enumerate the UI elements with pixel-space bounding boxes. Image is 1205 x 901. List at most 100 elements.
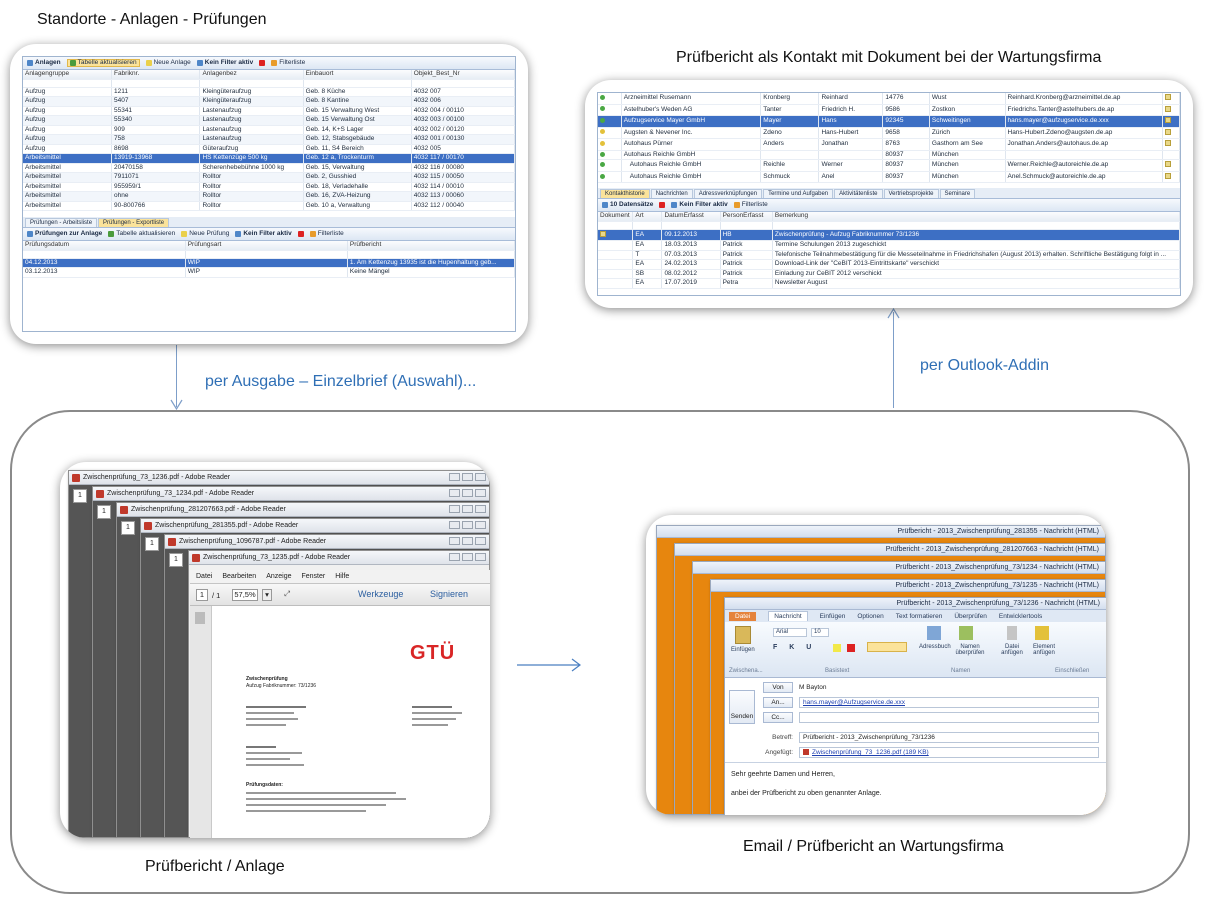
menu-anzeige[interactable]: Anzeige (266, 573, 291, 580)
page-number-input[interactable]: 1 (196, 589, 208, 601)
note-cell[interactable] (1162, 104, 1180, 116)
column-header[interactable]: DatumErfasst (661, 212, 721, 222)
tab-kontakt[interactable]: Vertriebsprojekte (883, 189, 939, 199)
from-button[interactable]: Von (763, 682, 793, 693)
table-row[interactable]: EA 18.03.2013 Patrick Termine Schulungen 20… (598, 240, 1180, 251)
table-row[interactable]: T 07.03.2013 Patrick Telefonische Teilnahme… (598, 250, 1180, 261)
new-anlage-button[interactable]: Neue Anlage (145, 59, 191, 67)
window-controls[interactable] (449, 521, 486, 529)
column-header[interactable]: Objekt_Best_Nr (411, 70, 515, 80)
column-header[interactable]: PersonErfasst (720, 212, 773, 222)
table-row[interactable]: Autohaus Reichle GmbH Reichle Werner 80937 M… (598, 159, 1180, 172)
table-row[interactable]: 03.12.2013 WIP Keine Mängel (23, 267, 515, 278)
filter-cell[interactable] (199, 79, 304, 88)
attach-file-button[interactable]: Datei anfügen (999, 644, 1025, 656)
table-row[interactable]: Aufzug 758 Lastenaufzug Geb. 12, Stabsgebäu… (23, 134, 515, 145)
table-row[interactable]: EA 24.02.2013 Patrick Download-Link der "Ce… (598, 259, 1180, 270)
tab-einfuegen[interactable]: Einfügen (820, 613, 846, 620)
minimize-icon[interactable] (449, 553, 460, 561)
document-cell[interactable] (598, 240, 634, 251)
note-cell[interactable] (1162, 115, 1180, 128)
document-cell[interactable] (598, 278, 634, 289)
column-header[interactable]: Anlagengruppe (23, 70, 112, 80)
table-row[interactable]: Autohaus Reichle GmbH Schmuck Anel 80937 Mün… (598, 171, 1180, 184)
minimize-icon[interactable] (449, 489, 460, 497)
format-buttons[interactable]: F K U (773, 644, 816, 651)
column-header[interactable]: Einbauort (303, 70, 412, 80)
tab-text-formatieren[interactable]: Text formatieren (896, 613, 943, 620)
to-button[interactable]: An... (763, 697, 793, 708)
table-row[interactable]: EA 17.07.2019 Petra Newsletter August (598, 278, 1180, 289)
table-row[interactable]: Arbeitsmittel 955959/1 Rolltor Geb. 18, Ver… (23, 182, 515, 192)
table-row[interactable]: Aufzug 909 Lastenaufzug Geb. 14, K+S Lager 4… (23, 125, 515, 135)
note-cell[interactable] (1162, 171, 1180, 184)
refresh-table-button[interactable]: Tabelle aktualisieren (66, 58, 140, 68)
tab-entwicklertools[interactable]: Entwicklertools (999, 613, 1042, 620)
tools-button[interactable]: Werkzeuge (358, 589, 403, 599)
filter-status[interactable]: Kein Filter aktiv (196, 59, 253, 67)
cc-field[interactable] (799, 712, 1099, 723)
align-buttons[interactable] (867, 642, 907, 652)
filter-cell[interactable] (347, 250, 515, 259)
message-body[interactable]: Sehr geehrte Damen und Herren, anbei der… (725, 762, 1106, 815)
filterlist-button[interactable]: Filterliste (271, 59, 305, 67)
table-row[interactable]: Arbeitsmittel ohne Rolltor Geb. 16, ZVA-Hei… (23, 191, 515, 202)
maximize-icon[interactable] (462, 521, 473, 529)
note-cell[interactable] (1162, 159, 1180, 172)
font-color-icon[interactable] (847, 644, 855, 652)
table-row[interactable]: Arbeitsmittel 13919-13968 HS Kettenzüge 50… (23, 153, 515, 164)
maximize-icon[interactable] (462, 489, 473, 497)
subject-field[interactable]: Prüfbericht - 2013_Zwischenprüfung_73/12… (799, 732, 1099, 743)
check-names-button[interactable]: Namen überprüfen (955, 644, 985, 656)
anlagen-tab[interactable]: Anlagen (27, 59, 61, 67)
attach-file-icon[interactable] (1007, 626, 1017, 640)
tab-kontakt[interactable]: Adressverknüpfungen (693, 189, 763, 199)
page-number-input[interactable]: 1 (97, 505, 111, 519)
menu-datei[interactable]: Datei (196, 573, 212, 580)
tab-datei[interactable]: Datei (729, 611, 757, 621)
pruefungen-tab[interactable]: Prüfungen zur Anlage (27, 230, 102, 238)
filter-cell[interactable] (185, 250, 348, 259)
note-cell[interactable] (1162, 93, 1180, 105)
table-row[interactable]: Aufzugservice Mayer GmbH Mayer Hans 92345 Sc… (598, 115, 1180, 128)
highlight-icon[interactable] (833, 644, 841, 652)
sign-button[interactable]: Signieren (430, 589, 468, 599)
close-icon[interactable] (475, 537, 486, 545)
zoom-input[interactable]: 57,5% (232, 589, 258, 601)
minimize-icon[interactable] (449, 473, 460, 481)
tab-arbeitsliste[interactable]: Prüfungen - Arbeitsliste (25, 218, 98, 227)
delete-button[interactable] (259, 60, 266, 66)
attachment-field[interactable]: Zwischenprüfung_73_1236.pdf (189 KB) (799, 747, 1099, 758)
document-cell[interactable] (598, 269, 634, 280)
tab-exportliste[interactable]: Prüfungen - Exportliste (98, 218, 170, 227)
filter-cell[interactable] (632, 221, 663, 230)
tab-kontakt[interactable]: Nachrichten (650, 189, 693, 199)
filter-status[interactable]: Kein Filter aktiv (671, 201, 728, 209)
table-row[interactable]: Arbeitsmittel 7911071 Rolltor Geb. 2, Gussh… (23, 172, 515, 183)
delete-button[interactable] (659, 202, 666, 209)
window-controls[interactable] (449, 553, 486, 561)
minimize-icon[interactable] (449, 521, 460, 529)
menu-fenster[interactable]: Fenster (302, 573, 326, 580)
send-button[interactable]: Senden (729, 690, 755, 724)
window-controls[interactable] (449, 505, 486, 513)
table-row[interactable]: 04.12.2013 WIP 1. Am Kettenzug 13935 ist… (23, 258, 515, 268)
table-row[interactable]: SB 08.02.2012 Patrick Einladung zur CeBIT 2… (598, 269, 1180, 280)
tab-nachricht[interactable]: Nachricht (768, 611, 808, 621)
table-row[interactable]: EA 09.12.2013 HB Zwischenprüfung - Aufzug F… (598, 229, 1180, 242)
filter-cell[interactable] (23, 250, 186, 259)
new-pruefung-button[interactable]: Neue Prüfung (181, 230, 229, 238)
column-header[interactable]: Bemerkung (772, 212, 1180, 222)
document-cell[interactable] (598, 250, 634, 261)
window-controls[interactable] (449, 489, 486, 497)
maximize-icon[interactable] (462, 473, 473, 481)
expand-icon[interactable]: ⤢ (284, 589, 290, 599)
column-header[interactable]: Art (632, 212, 663, 222)
table-row[interactable]: Aufzug 1211 Kleingüteraufzug Geb. 8 Küche 40… (23, 87, 515, 97)
column-header[interactable]: Prüfbericht (347, 241, 515, 251)
table-row[interactable]: Arbeitsmittel 90-800766 Rolltor Geb. 10 a, … (23, 201, 515, 211)
menu-bearbeiten[interactable]: Bearbeiten (222, 573, 256, 580)
table-row[interactable]: Astelhuber's Weden AG Tanter Friedrich H. 9… (598, 104, 1180, 116)
delete-button[interactable] (297, 231, 304, 237)
filter-cell[interactable] (23, 79, 112, 88)
